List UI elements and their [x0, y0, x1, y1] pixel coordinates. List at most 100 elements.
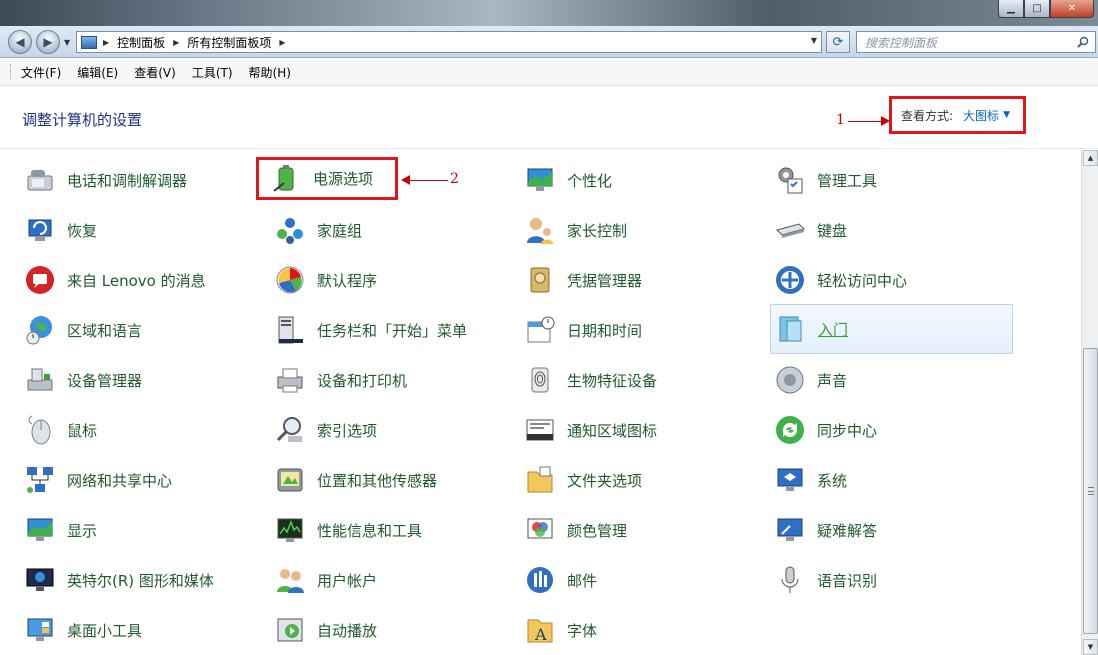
- item-performance[interactable]: 性能信息和工具: [270, 510, 422, 550]
- item-user-accounts[interactable]: 用户帐户: [270, 560, 377, 600]
- window-controls: ▁ □ ✕: [998, 0, 1094, 18]
- item-admin-tools[interactable]: 管理工具: [770, 160, 877, 200]
- item-mail[interactable]: 邮件: [520, 560, 597, 600]
- item-region-language[interactable]: 区域和语言: [20, 310, 142, 350]
- item-sound[interactable]: 声音: [770, 360, 847, 400]
- region-language-icon: [23, 313, 57, 347]
- item-phone-modem[interactable]: 电话和调制解调器: [20, 160, 187, 200]
- fonts-icon: A: [523, 613, 557, 647]
- item-label: 文件夹选项: [567, 471, 643, 490]
- back-arrow-icon: ◀: [15, 35, 25, 49]
- menu-help[interactable]: 帮助(H): [249, 64, 291, 81]
- item-label: 设备管理器: [67, 371, 143, 390]
- refresh-icon: ⟳: [832, 34, 844, 50]
- menu-view[interactable]: 查看(V): [134, 64, 176, 81]
- search-icon[interactable]: [1077, 36, 1089, 48]
- item-mouse[interactable]: 鼠标: [20, 410, 97, 450]
- breadcrumb-separator-icon[interactable]: ▶: [173, 38, 179, 47]
- item-ease-of-access[interactable]: 轻松访问中心: [770, 260, 907, 300]
- item-biometric[interactable]: 生物特征设备: [520, 360, 657, 400]
- mouse-icon: [23, 413, 57, 447]
- item-recovery[interactable]: 恢复: [20, 210, 97, 250]
- item-power-options[interactable]: 电源选项: [256, 157, 398, 200]
- item-indexing[interactable]: 索引选项: [270, 410, 377, 450]
- item-credential-manager[interactable]: 凭据管理器: [520, 260, 642, 300]
- menu-edit[interactable]: 编辑(E): [77, 64, 118, 81]
- back-button[interactable]: ◀: [8, 30, 32, 54]
- item-homegroup[interactable]: 家庭组: [270, 210, 362, 250]
- refresh-button[interactable]: ⟳: [826, 31, 850, 53]
- item-devices-printers[interactable]: 设备和打印机: [270, 360, 407, 400]
- item-label: 鼠标: [67, 421, 98, 440]
- item-label: 来自 Lenovo 的消息: [67, 271, 206, 290]
- item-color-management[interactable]: 颜色管理: [520, 510, 627, 550]
- content-header: 调整计算机的设置 1 查看方式: 大图标 ▼: [0, 87, 1098, 149]
- item-display[interactable]: 显示: [20, 510, 97, 550]
- item-sync-center[interactable]: 同步中心: [770, 410, 877, 450]
- annotation-arrow-2: [410, 180, 448, 181]
- item-folder-options[interactable]: 文件夹选项: [520, 460, 642, 500]
- item-lenovo-message[interactable]: 来自 Lenovo 的消息: [20, 260, 206, 300]
- keyboard-icon: [773, 213, 807, 247]
- scroll-down-icon[interactable]: ▼: [1083, 639, 1098, 655]
- item-label: 电源选项: [313, 170, 374, 188]
- color-management-icon: [523, 513, 557, 547]
- phone-modem-icon: [23, 163, 57, 197]
- item-speech-recognition[interactable]: 语音识别: [770, 560, 877, 600]
- item-fonts[interactable]: A 字体: [520, 610, 597, 650]
- item-taskbar[interactable]: 任务栏和「开始」菜单: [270, 310, 467, 350]
- vertical-scrollbar[interactable]: ▲ ▼: [1081, 150, 1098, 655]
- close-button[interactable]: ✕: [1050, 0, 1094, 18]
- speech-recognition-icon: [773, 563, 807, 597]
- item-network[interactable]: 网络和共享中心: [20, 460, 172, 500]
- maximize-button[interactable]: □: [1024, 0, 1050, 18]
- biometric-icon: [523, 363, 557, 397]
- annotation-number-1: 1: [836, 112, 845, 128]
- page-title: 调整计算机的设置: [22, 111, 143, 129]
- search-input[interactable]: 搜索控制面板: [856, 31, 1096, 53]
- breadcrumb-all-items[interactable]: 所有控制面板项: [187, 34, 271, 51]
- item-notification-icons[interactable]: 通知区域图标: [520, 410, 657, 450]
- taskbar-icon: [273, 313, 307, 347]
- item-keyboard[interactable]: 键盘: [770, 210, 847, 250]
- minimize-button[interactable]: ▁: [998, 0, 1024, 18]
- address-dropdown-icon[interactable]: ▼: [811, 36, 817, 45]
- item-label: 电话和调制解调器: [67, 171, 188, 190]
- breadcrumb-control-panel[interactable]: 控制面板: [117, 34, 165, 51]
- mail-icon: [523, 563, 557, 597]
- item-troubleshooting[interactable]: 疑难解答: [770, 510, 877, 550]
- item-system[interactable]: 系统: [770, 460, 847, 500]
- navigation-bar: ◀ ▶ ▼ ▶ 控制面板 ▶ 所有控制面板项 ▶ ▼ ⟳ 搜索控制面板: [0, 26, 1098, 58]
- homegroup-icon: [273, 213, 307, 247]
- menu-tools[interactable]: 工具(T): [192, 64, 233, 81]
- indexing-icon: [273, 413, 307, 447]
- item-autoplay[interactable]: 自动播放: [270, 610, 377, 650]
- recovery-icon: [23, 213, 57, 247]
- breadcrumb-separator-icon[interactable]: ▶: [103, 38, 109, 47]
- troubleshooting-icon: [773, 513, 807, 547]
- scroll-up-icon[interactable]: ▲: [1083, 150, 1098, 166]
- item-default-programs[interactable]: 默认程序: [270, 260, 377, 300]
- item-label: 疑难解答: [817, 521, 878, 540]
- item-intel-graphics[interactable]: 英特尔(R) 图形和媒体: [20, 560, 214, 600]
- forward-arrow-icon: ▶: [43, 35, 53, 49]
- item-personalization[interactable]: 个性化: [520, 160, 612, 200]
- view-by-dropdown[interactable]: 大图标: [963, 107, 999, 124]
- item-location-sensors[interactable]: 位置和其他传感器: [270, 460, 437, 500]
- item-getting-started[interactable]: 入门: [770, 304, 1013, 354]
- item-gadgets[interactable]: 桌面小工具: [20, 610, 142, 650]
- address-bar[interactable]: ▶ 控制面板 ▶ 所有控制面板项 ▶ ▼: [76, 31, 822, 53]
- view-by-caret-icon[interactable]: ▼: [1003, 110, 1010, 120]
- recent-pages-dropdown-icon[interactable]: ▼: [64, 38, 70, 47]
- scroll-thumb[interactable]: [1083, 348, 1098, 634]
- item-parental-controls[interactable]: 家长控制: [520, 210, 627, 250]
- forward-button[interactable]: ▶: [36, 30, 60, 54]
- menu-file[interactable]: 文件(F): [21, 64, 61, 81]
- item-label: 英特尔(R) 图形和媒体: [67, 571, 214, 590]
- item-label: 显示: [67, 521, 98, 540]
- item-label: 性能信息和工具: [317, 521, 423, 540]
- item-date-time[interactable]: 日期和时间: [520, 310, 642, 350]
- item-device-manager[interactable]: 设备管理器: [20, 360, 142, 400]
- item-label: 恢复: [67, 221, 98, 240]
- breadcrumb-separator-icon[interactable]: ▶: [279, 38, 285, 47]
